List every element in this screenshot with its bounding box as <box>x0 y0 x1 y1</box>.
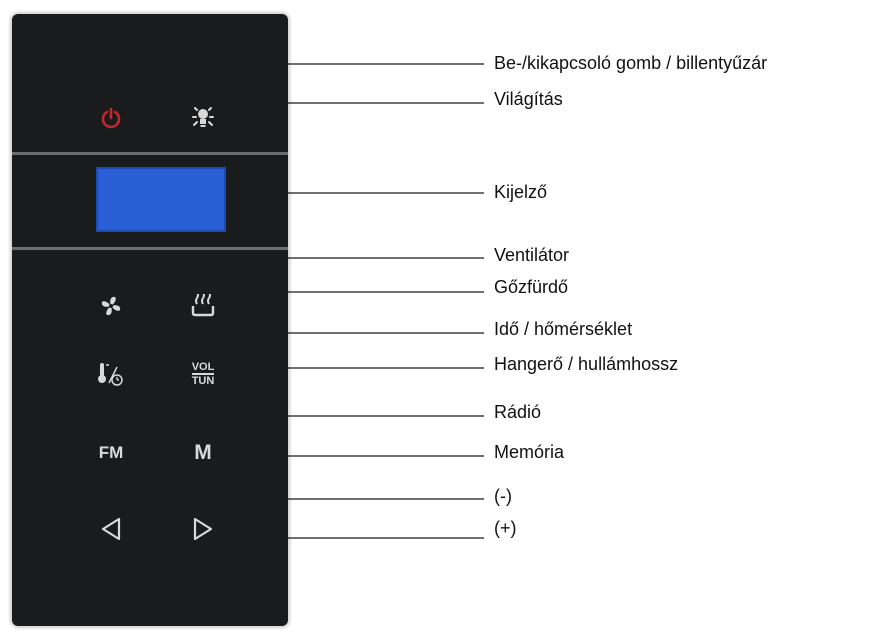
callout-label-light: Világítás <box>494 89 563 109</box>
callout-label-display: Kijelző <box>494 182 548 202</box>
callout-label-time: Idő / hőmérséklet <box>494 319 633 339</box>
callout-label-power: Be-/kikapcsoló gomb / billentyűzár <box>494 53 768 73</box>
callout-label-memory: Memória <box>494 442 565 462</box>
callout-label-plus: (+) <box>494 518 517 538</box>
callout-label-minus: (-) <box>494 486 512 506</box>
callout-label-steam: Gőzfürdő <box>494 277 569 297</box>
callout-lines <box>180 63 484 539</box>
callout-label-fan: Ventilátor <box>494 245 570 265</box>
callout-label-volume: Hangerő / hullámhossz <box>494 354 679 374</box>
callout-label-radio: Rádió <box>494 402 542 422</box>
